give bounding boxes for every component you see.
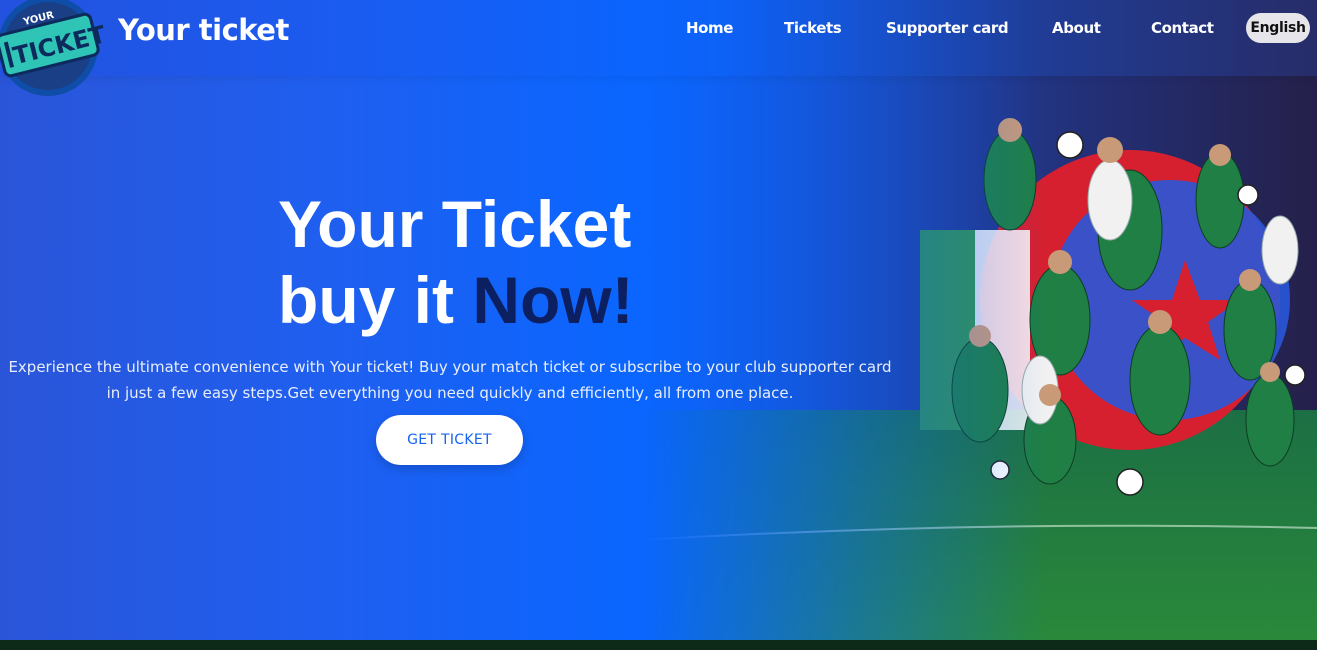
hero-headline: Your Ticket buy it Now! bbox=[278, 186, 634, 338]
language-selector[interactable]: English bbox=[1246, 13, 1310, 43]
nav-item-home[interactable]: Home bbox=[686, 19, 733, 37]
your-ticket-logo[interactable]: YOUR TICKET bbox=[0, 0, 104, 98]
nav-item-supporter-card[interactable]: Supporter card bbox=[886, 19, 1009, 37]
nav-item-contact[interactable]: Contact bbox=[1151, 19, 1214, 37]
next-section-edge bbox=[0, 640, 1317, 650]
nav-item-about[interactable]: About bbox=[1052, 19, 1101, 37]
nav-item-tickets[interactable]: Tickets bbox=[784, 19, 842, 37]
page: YOUR TICKET Your ticket Home Tickets Sup… bbox=[0, 0, 1317, 650]
hero-headline-line1: Your Ticket bbox=[278, 187, 632, 261]
hero-image-players bbox=[640, 0, 1317, 650]
get-ticket-button[interactable]: GET TICKET bbox=[376, 415, 523, 465]
hero-headline-accent: Now! bbox=[472, 263, 634, 337]
brand-name[interactable]: Your ticket bbox=[118, 13, 289, 47]
site-header: YOUR TICKET Your ticket Home Tickets Sup… bbox=[0, 0, 1317, 96]
hero-description: Experience the ultimate convenience with… bbox=[8, 358, 892, 402]
hero-headline-line2: buy it bbox=[278, 263, 473, 337]
